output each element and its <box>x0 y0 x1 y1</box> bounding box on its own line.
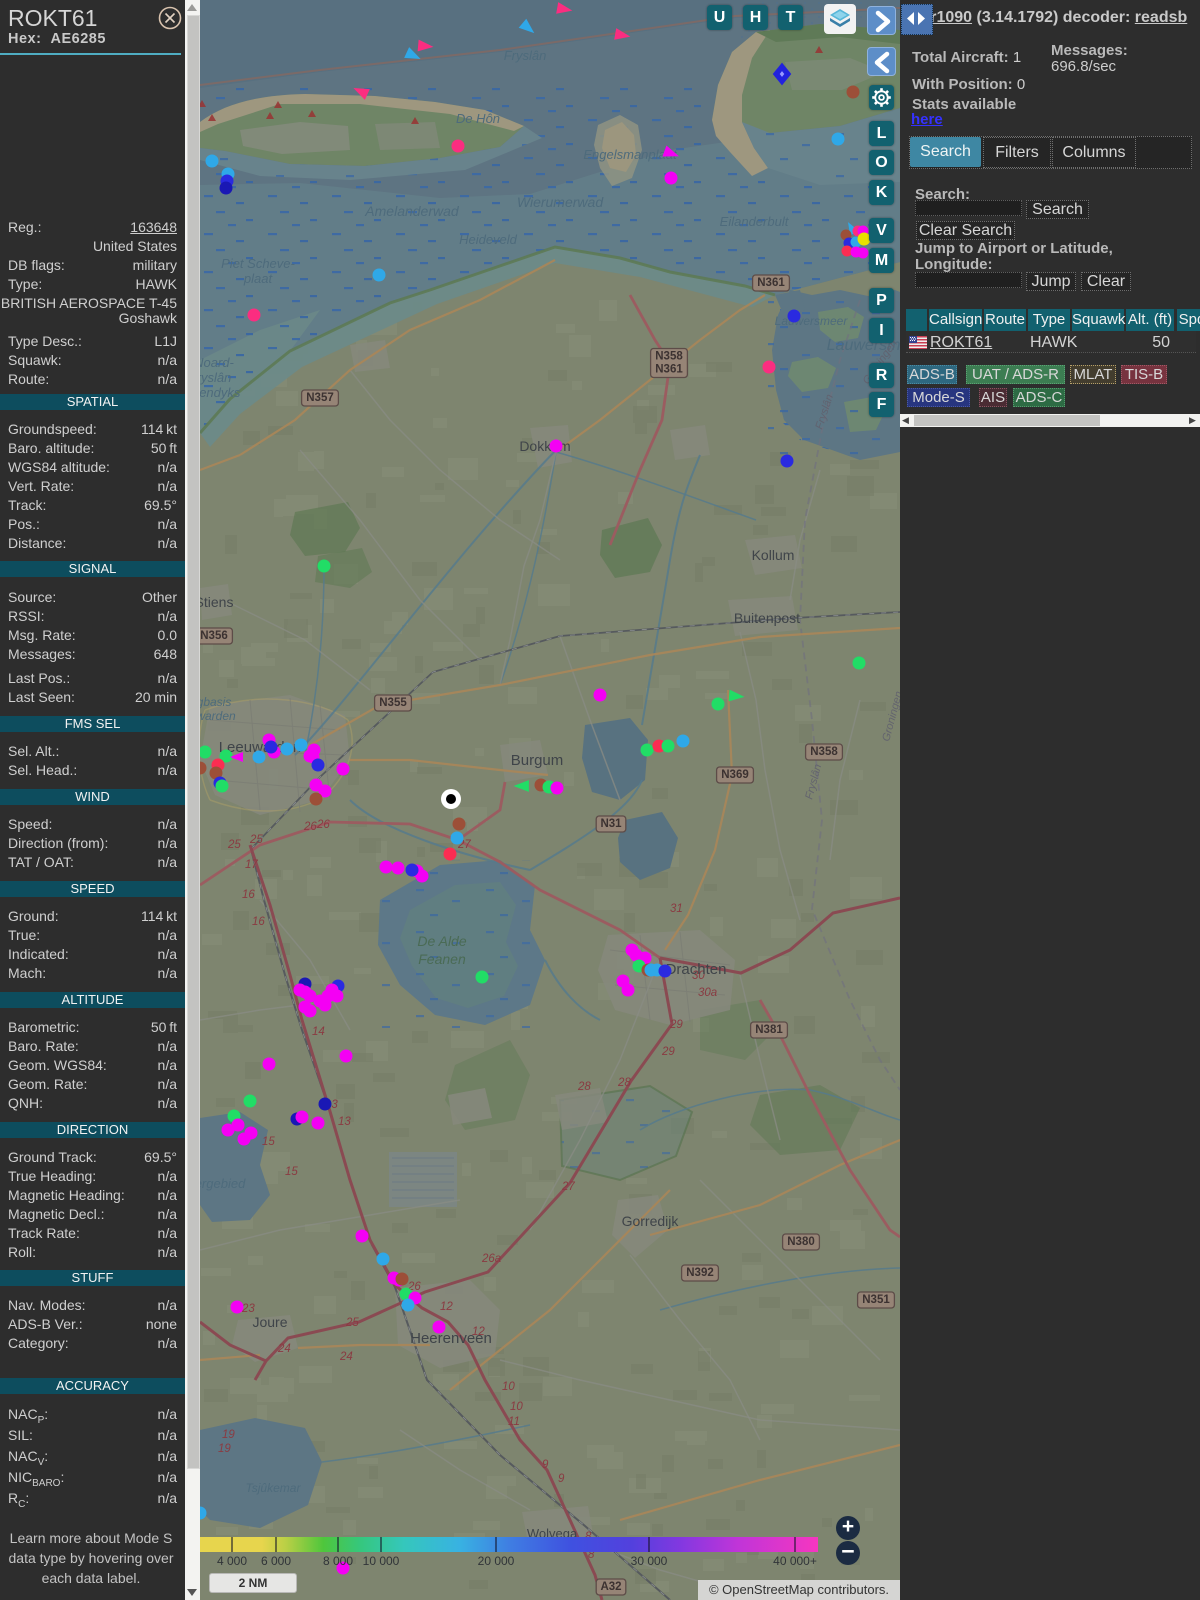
svg-text:tendyks: tendyks <box>200 385 241 400</box>
svg-text:Buitenpost: Buitenpost <box>734 610 800 626</box>
svg-text:26: 26 <box>316 819 330 831</box>
svg-text:Joure: Joure <box>252 1314 287 1330</box>
svg-text:15: 15 <box>285 1166 298 1178</box>
svg-text:Fryslân: Fryslân <box>200 370 231 385</box>
svg-text:25: 25 <box>249 834 263 846</box>
svg-text:24: 24 <box>277 1343 291 1355</box>
svg-text:A32: A32 <box>600 1581 621 1593</box>
svg-text:10: 10 <box>502 1381 515 1393</box>
svg-text:N358: N358 <box>810 746 838 758</box>
svg-text:10: 10 <box>510 1401 523 1413</box>
svg-text:25: 25 <box>345 1317 359 1329</box>
svg-text:N357: N357 <box>306 392 334 404</box>
svg-text:Heerenveen: Heerenveen <box>410 1330 492 1347</box>
svg-text:15: 15 <box>262 1136 275 1148</box>
svg-text:Dokkum: Dokkum <box>519 438 570 454</box>
svg-text:Piet Scheve-: Piet Scheve- <box>221 256 295 271</box>
svg-text:N369: N369 <box>721 769 749 781</box>
svg-text:N361: N361 <box>757 277 785 289</box>
svg-text:27: 27 <box>561 1181 575 1193</box>
svg-text:Drachten: Drachten <box>666 961 727 978</box>
svg-text:ergebied: ergebied <box>200 1176 246 1191</box>
svg-text:N380: N380 <box>787 1236 815 1248</box>
svg-text:De Hôn: De Hôn <box>456 111 500 126</box>
svg-text:16: 16 <box>252 916 265 928</box>
svg-text:24: 24 <box>339 1351 353 1363</box>
svg-text:16: 16 <box>242 889 255 901</box>
svg-text:N356: N356 <box>200 630 228 642</box>
svg-text:De Alde: De Alde <box>417 933 467 949</box>
svg-text:13: 13 <box>338 1116 351 1128</box>
svg-text:9: 9 <box>558 1473 565 1485</box>
svg-text:14: 14 <box>312 1026 325 1038</box>
svg-text:Eilanderbult: Eilanderbult <box>720 214 790 229</box>
svg-text:N361: N361 <box>655 364 683 376</box>
svg-text:N31: N31 <box>600 818 622 830</box>
svg-text:Wierumerwad: Wierumerwad <box>517 194 604 210</box>
svg-text:29: 29 <box>661 1046 675 1058</box>
svg-text:gbasis: gbasis <box>200 695 231 709</box>
svg-text:9: 9 <box>542 1459 549 1471</box>
svg-text:N392: N392 <box>686 1267 714 1279</box>
svg-text:25: 25 <box>227 839 241 851</box>
svg-text:17: 17 <box>245 859 258 871</box>
svg-text:Heideveld: Heideveld <box>459 232 518 247</box>
svg-text:Feanen: Feanen <box>418 951 466 967</box>
svg-text:26: 26 <box>303 821 317 833</box>
svg-text:Kollum: Kollum <box>752 547 795 563</box>
svg-text:plaat: plaat <box>243 271 274 286</box>
svg-text:31: 31 <box>670 903 683 915</box>
svg-text:Stiens: Stiens <box>200 594 233 610</box>
svg-text:29: 29 <box>669 1019 683 1031</box>
svg-text:19: 19 <box>218 1443 231 1455</box>
svg-text:warden: warden <box>200 709 236 723</box>
svg-text:30a: 30a <box>698 987 717 999</box>
svg-text:Noard-: Noard- <box>200 355 235 370</box>
svg-text:Tsjûkemar: Tsjûkemar <box>246 1481 302 1495</box>
svg-text:11: 11 <box>508 1416 520 1428</box>
svg-text:28: 28 <box>617 1077 631 1089</box>
svg-text:12: 12 <box>440 1301 453 1313</box>
svg-text:28: 28 <box>577 1081 591 1093</box>
svg-text:Gorredijk: Gorredijk <box>622 1213 680 1229</box>
svg-text:N381: N381 <box>755 1024 783 1036</box>
svg-text:Lauwersmeer: Lauwersmeer <box>775 314 849 328</box>
svg-text:N355: N355 <box>379 697 407 709</box>
svg-text:N351: N351 <box>862 1294 890 1306</box>
svg-text:Amelanderwad: Amelanderwad <box>364 203 460 219</box>
svg-text:26a: 26a <box>481 1253 501 1265</box>
svg-text:19: 19 <box>222 1429 235 1441</box>
svg-text:Burgum: Burgum <box>511 752 564 769</box>
svg-text:N358: N358 <box>655 351 683 363</box>
svg-text:Fryslân: Fryslân <box>504 48 547 63</box>
